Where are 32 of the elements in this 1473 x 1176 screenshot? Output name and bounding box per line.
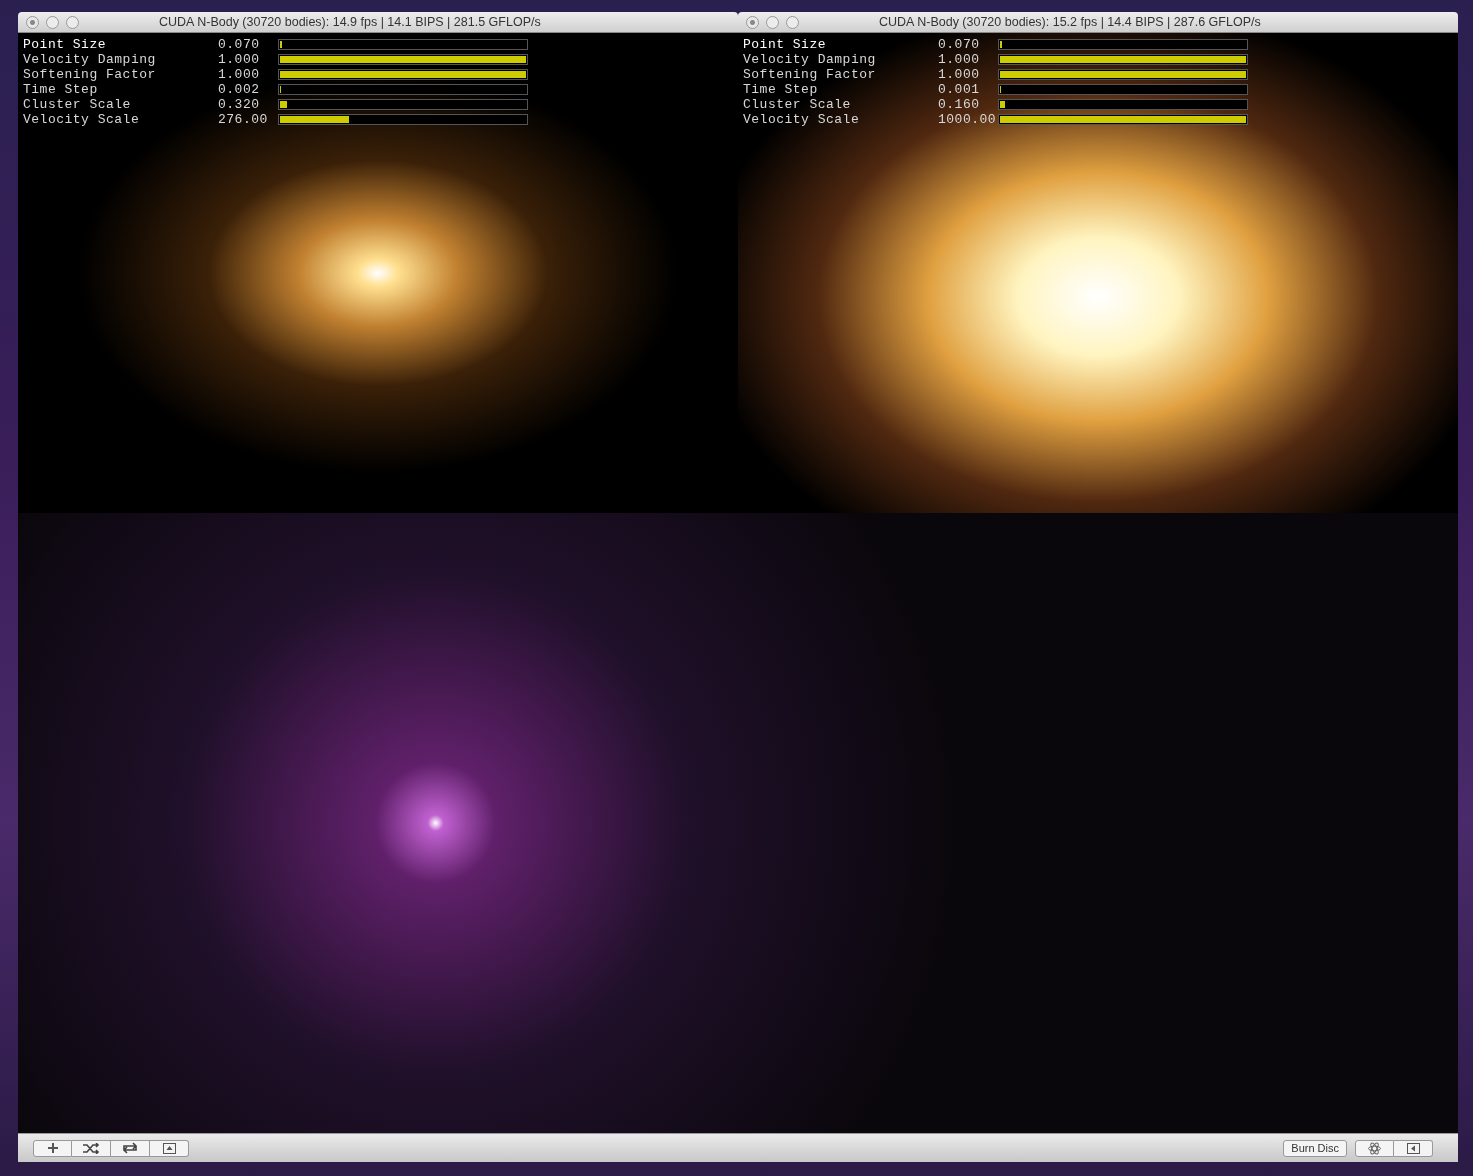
repeat-button[interactable] xyxy=(111,1139,150,1157)
parameter-slider[interactable] xyxy=(998,39,1248,50)
close-button[interactable] xyxy=(746,15,759,29)
parameter-label: Time Step xyxy=(743,81,819,99)
visualizer-button[interactable] xyxy=(1355,1139,1394,1157)
add-button[interactable] xyxy=(33,1139,72,1157)
minimize-button[interactable] xyxy=(46,15,59,29)
close-button[interactable] xyxy=(26,15,39,29)
plus-icon xyxy=(46,1142,59,1154)
parameter-label: Time Step xyxy=(23,81,99,99)
window-title: CUDA N-Body (30720 bodies): 15.2 fps | 14.4 BIPS | 287.6 GFLOP/s xyxy=(879,13,1261,31)
shuffle-icon xyxy=(82,1142,100,1154)
eject-box-icon xyxy=(162,1142,176,1154)
browser-toggle-button[interactable] xyxy=(1394,1139,1433,1157)
parameter-slider[interactable] xyxy=(278,84,528,95)
artwork-button[interactable] xyxy=(150,1139,189,1157)
window-title: CUDA N-Body (30720 bodies): 14.9 fps | 14.1 BIPS | 281.5 GFLOP/s xyxy=(159,13,541,31)
zoom-button[interactable] xyxy=(786,15,799,29)
shuffle-button[interactable] xyxy=(72,1139,111,1157)
minimize-button[interactable] xyxy=(766,15,779,29)
zoom-button[interactable] xyxy=(66,15,79,29)
parameter-slider[interactable] xyxy=(278,39,528,50)
parameter-slider[interactable] xyxy=(278,99,528,110)
atom-icon xyxy=(1368,1141,1381,1155)
repeat-icon xyxy=(121,1142,139,1154)
parameter-slider[interactable] xyxy=(278,114,528,125)
left-arrow-box-icon xyxy=(1406,1142,1420,1154)
parameter-label: Softening Factor xyxy=(743,66,877,84)
parameter-slider[interactable] xyxy=(998,99,1248,110)
burn-disc-button[interactable]: Burn Disc xyxy=(1283,1139,1347,1157)
parameter-label: Softening Factor xyxy=(23,66,157,84)
parameter-slider[interactable] xyxy=(998,84,1248,95)
